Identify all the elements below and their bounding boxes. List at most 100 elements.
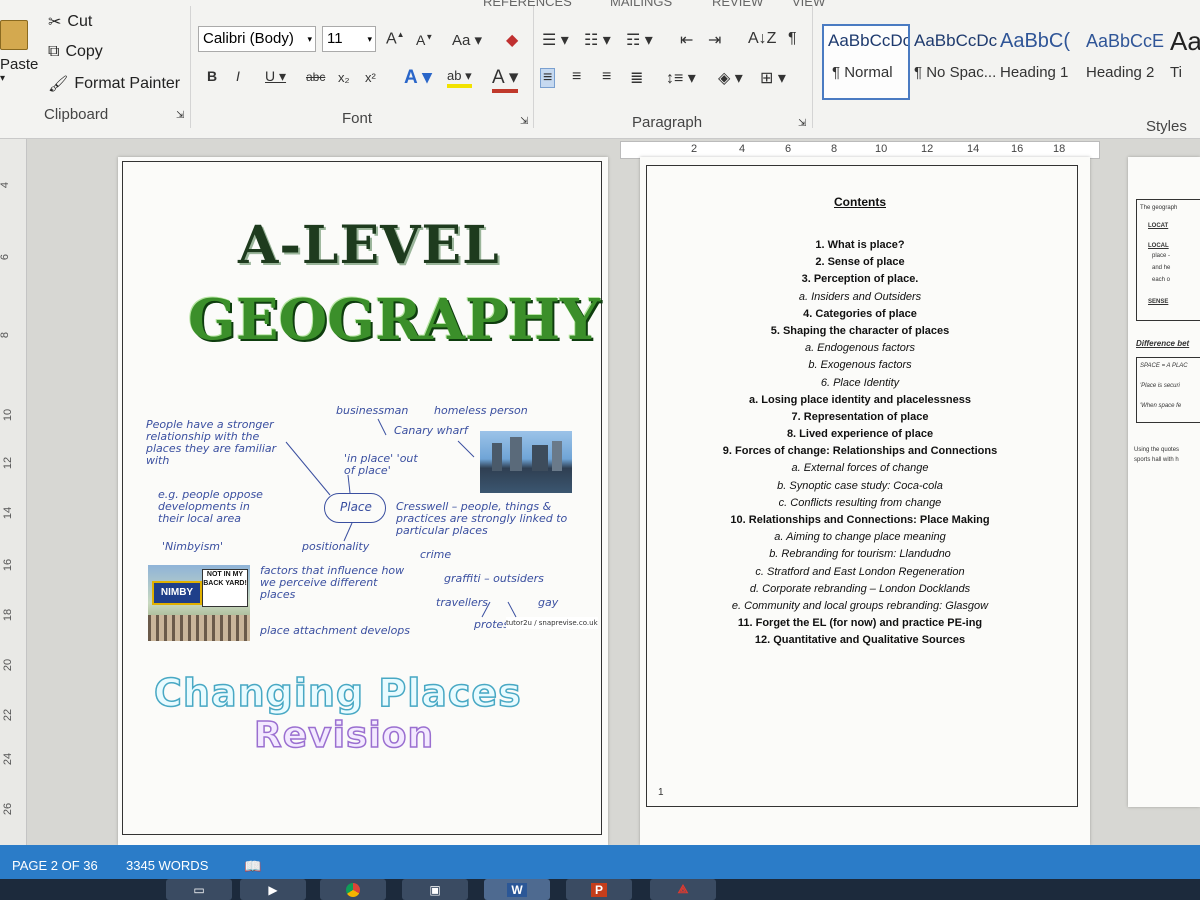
taskbar-app-other[interactable]: ▣ [402, 879, 468, 900]
dialog-launcher-icon[interactable]: ⇲ [520, 116, 528, 127]
font-size-combo[interactable]: 11 ▾ [322, 26, 376, 52]
tab-references[interactable]: REFERENCES [483, 0, 572, 9]
copy-icon: ⧉ [48, 43, 60, 60]
taskbar-app-chrome[interactable] [320, 879, 386, 900]
dialog-launcher-icon[interactable]: ⇲ [176, 110, 184, 121]
align-right-icon[interactable]: ≡ [602, 68, 611, 86]
page-number: 1 [658, 787, 664, 798]
contents-heading: Contents [834, 195, 886, 209]
multilevel-list-icon[interactable]: ☶ ▾ [626, 30, 653, 50]
toc-item[interactable]: 9. Forces of change: Relationships and C… [640, 443, 1080, 460]
style-normal[interactable]: AaBbCcDc ¶ Normal [822, 24, 910, 100]
toc-item[interactable]: 12. Quantitative and Qualitative Sources [640, 632, 1080, 649]
toc-item[interactable]: e. Community and local groups rebranding… [640, 598, 1080, 615]
toc-item[interactable]: 1. What is place? [640, 237, 1080, 254]
contents-page[interactable]: Contents 1. What is place? 2. Sense of pl… [640, 157, 1090, 845]
decrease-indent-icon[interactable]: ⇤ [680, 30, 693, 50]
revision-title: Revision [253, 714, 435, 757]
line-spacing-icon[interactable]: ↕≡ ▾ [666, 68, 696, 88]
ribbon: REFERENCES MAILINGS REVIEW VIEW Paste ▾ … [0, 0, 1200, 139]
toc-item[interactable]: 4. Categories of place [640, 306, 1080, 323]
document-workspace: 4 6 8 10 12 14 16 18 20 22 24 26 2 4 6 8… [0, 139, 1200, 845]
chevron-down-icon: ▾ [0, 73, 6, 84]
toc-item[interactable]: b. Rebranding for tourism: Llandudno [640, 546, 1080, 563]
toc-item[interactable]: a. Aiming to change place meaning [640, 529, 1080, 546]
tab-mailings[interactable]: MAILINGS [610, 0, 672, 9]
word-icon: W [507, 882, 527, 897]
word-count[interactable]: 3345 WORDS [126, 858, 208, 873]
page-count[interactable]: PAGE 2 OF 36 [12, 858, 98, 873]
taskbar-app-media[interactable]: ▶ [240, 879, 306, 900]
dialog-launcher-icon[interactable]: ⇲ [798, 118, 806, 129]
toc-item[interactable]: 5. Shaping the character of places [640, 323, 1080, 340]
toc-item[interactable]: 3. Perception of place. [640, 271, 1080, 288]
bullets-icon[interactable]: ☰ ▾ [542, 30, 569, 50]
shrink-font-icon[interactable]: A▼ [416, 32, 433, 48]
toc-item[interactable]: b. Synoptic case study: Coca-cola [640, 478, 1080, 495]
toc-item[interactable]: 7. Representation of place [640, 409, 1080, 426]
align-center-icon[interactable]: ≡ [572, 68, 581, 86]
toc-item[interactable]: a. Losing place identity and placelessne… [640, 392, 1080, 409]
toc-item[interactable]: c. Stratford and East London Regeneratio… [640, 564, 1080, 581]
sort-icon[interactable]: A↓Z [748, 30, 776, 48]
font-name-combo[interactable]: Calibri (Body) ▾ [198, 26, 316, 52]
tab-view[interactable]: VIEW [792, 0, 825, 9]
taskbar-app-explorer[interactable]: ▭ [166, 879, 232, 900]
toc-item[interactable]: 10. Relationships and Connections: Place… [640, 512, 1080, 529]
paste-label: Paste [0, 56, 39, 73]
toc-item[interactable]: a. Endogenous factors [640, 340, 1080, 357]
style-heading-1[interactable]: AaBbC( Heading 1 [1000, 26, 1084, 98]
toc-item[interactable]: b. Exogenous factors [640, 357, 1080, 374]
toc-item[interactable]: 6. Place Identity [640, 375, 1080, 392]
borders-icon[interactable]: ⊞ ▾ [760, 68, 786, 88]
text-effects-icon[interactable]: A ▾ [404, 66, 432, 89]
toc-item[interactable]: c. Conflicts resulting from change [640, 495, 1080, 512]
copy-button[interactable]: ⧉ Copy [48, 43, 103, 61]
numbering-icon[interactable]: ☷ ▾ [584, 30, 611, 50]
toc-item[interactable]: a. Insiders and Outsiders [640, 289, 1080, 306]
pilcrow-icon[interactable]: ¶ [788, 30, 797, 48]
cover-page[interactable]: A-LEVEL GEOGRAPHY People have a stronger… [118, 157, 608, 845]
italic-icon[interactable]: I [236, 68, 240, 84]
style-no-spacing[interactable]: AaBbCcDc ¶ No Spac... [914, 26, 998, 98]
paste-button[interactable]: Paste ▾ [0, 20, 38, 84]
shading-icon[interactable]: ◈ ▾ [718, 68, 743, 88]
tab-review[interactable]: REVIEW [712, 0, 763, 9]
justify-icon[interactable]: ≣ [630, 68, 643, 88]
toc-item[interactable]: 11. Forget the EL (for now) and practice… [640, 615, 1080, 632]
underline-icon[interactable]: U ▾ [265, 68, 286, 85]
vertical-ruler[interactable]: 4 6 8 10 12 14 16 18 20 22 24 26 [0, 139, 27, 845]
chrome-icon [346, 882, 360, 897]
superscript-icon[interactable]: x² [365, 70, 376, 85]
font-color-icon[interactable]: A ▾ [492, 66, 519, 93]
back-yard-sign: NOT IN MY BACK YARD! [202, 569, 248, 607]
strikethrough-icon[interactable]: abc [306, 70, 325, 84]
paragraph-group-label: Paragraph [632, 114, 703, 131]
divider [533, 6, 534, 128]
third-page[interactable]: The geograph LOCAT LOCAL place - and he … [1128, 157, 1200, 807]
subscript-icon[interactable]: x₂ [338, 70, 350, 85]
highlight-icon[interactable]: ab ▾ [447, 68, 472, 88]
clear-formatting-icon[interactable]: ◆ [506, 30, 518, 50]
align-left-icon[interactable]: ≡ [540, 68, 556, 88]
increase-indent-icon[interactable]: ⇥ [708, 30, 721, 50]
proofing-icon[interactable]: 📖 [244, 858, 261, 875]
toc-item[interactable]: d. Corporate rebranding – London Docklan… [640, 581, 1080, 598]
clipboard-group-label: Clipboard [44, 106, 109, 123]
chevron-down-icon: ▾ [367, 34, 372, 44]
change-case-icon[interactable]: Aa ▾ [452, 31, 482, 49]
font-group-label: Font [342, 110, 373, 127]
style-title[interactable]: Aa Ti [1170, 26, 1200, 98]
bold-icon[interactable]: B [207, 68, 217, 84]
cut-button[interactable]: ✂ Cut [48, 12, 92, 32]
toc-item[interactable]: 2. Sense of place [640, 254, 1080, 271]
taskbar-app-powerpoint[interactable]: P [566, 879, 632, 900]
toc-item[interactable]: a. External forces of change [640, 460, 1080, 477]
taskbar-app-acrobat[interactable]: ⟁ [650, 879, 716, 900]
style-heading-2[interactable]: AaBbCcE Heading 2 [1086, 26, 1170, 98]
toc-item[interactable]: 8. Lived experience of place [640, 426, 1080, 443]
taskbar-app-word[interactable]: W [484, 879, 550, 900]
grow-font-icon[interactable]: A▲ [386, 30, 405, 48]
format-painter-button[interactable]: 🖌 Format Painter [48, 74, 180, 94]
folder-icon: ▭ [193, 882, 205, 897]
